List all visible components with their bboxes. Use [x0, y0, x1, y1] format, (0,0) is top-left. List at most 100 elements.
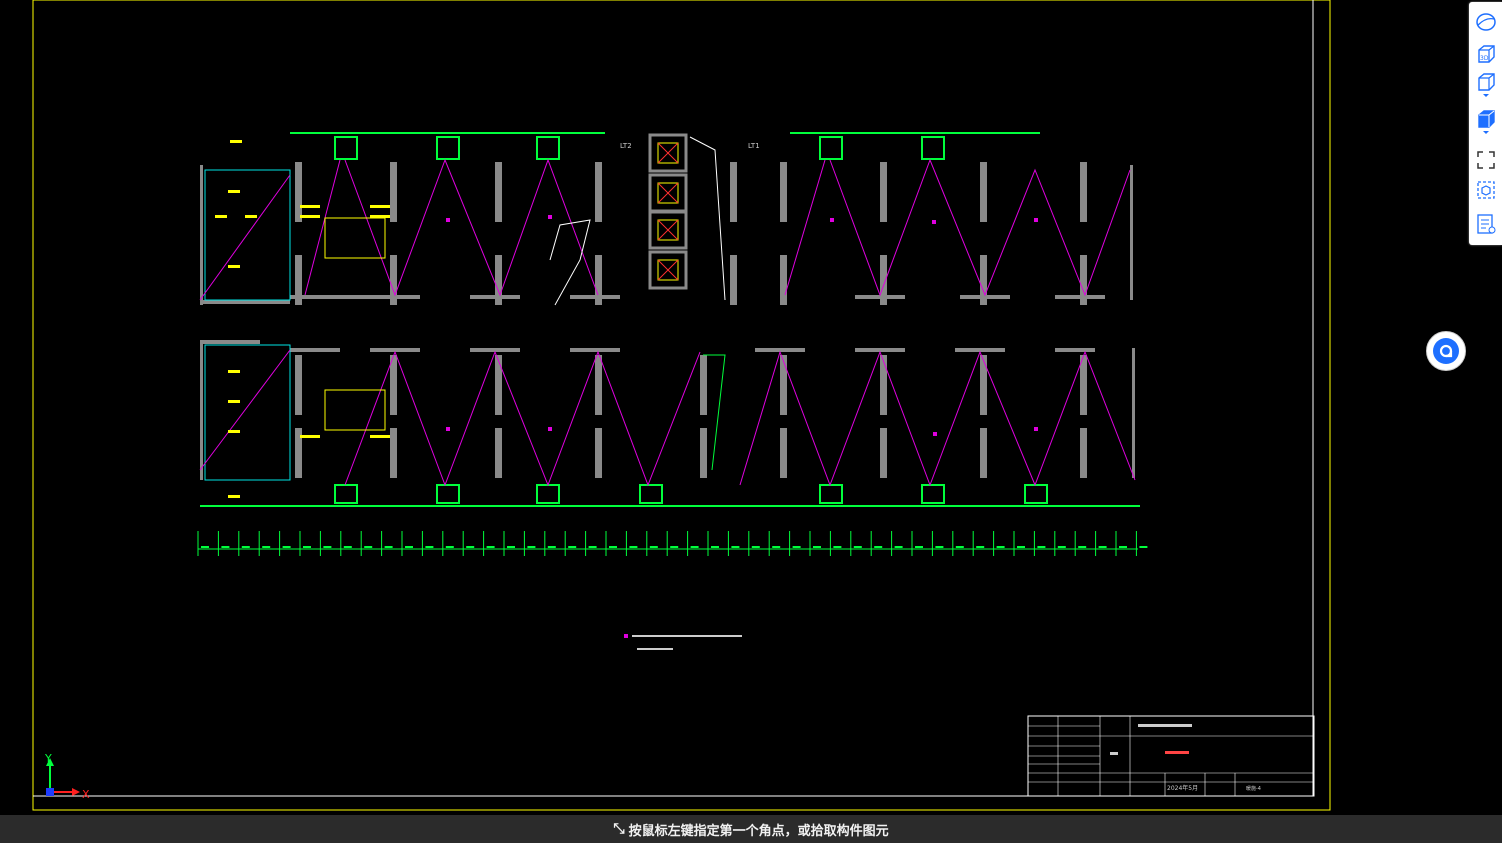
air-diffuser-5	[446, 427, 450, 431]
wall-bottom-beam-7	[1055, 348, 1095, 352]
command-prompt-text: 按鼠标左键指定第一个角点，或拾取构件图元	[628, 823, 889, 839]
annotation-tag-8	[228, 495, 240, 498]
dimension-label-28	[772, 546, 781, 548]
air-diffuser-0	[446, 218, 450, 222]
window-bay-top-2	[536, 136, 560, 160]
wall-column-bottom-3	[595, 355, 602, 415]
wall-top-beam-3	[570, 295, 620, 299]
duct-branch-top-right	[784, 159, 826, 296]
window-bay-bottom-2	[536, 484, 560, 504]
wall-column-top-2	[495, 162, 502, 222]
note-line-1	[632, 635, 742, 637]
command-status-bar: ⤡ 按鼠标左键指定第一个角点，或拾取构件图元	[0, 815, 1502, 843]
dimension-label-3	[262, 546, 271, 548]
view-cube-icon[interactable]	[1474, 72, 1498, 97]
air-diffuser-8	[1034, 427, 1038, 431]
dimension-label-22	[649, 546, 658, 548]
assistant-icon	[1433, 338, 1459, 364]
view-cube-solid-icon[interactable]	[1474, 109, 1498, 134]
floor-plan-drawing[interactable]: LT2 LT1 2024年5月 暖施-4 Y X	[0, 0, 1502, 815]
window-bay-top-3	[819, 136, 843, 160]
wall-column-top-3	[595, 162, 602, 222]
dimension-label-30	[813, 546, 821, 548]
fullscreen-icon[interactable]	[1474, 148, 1498, 172]
annotation-tag-6	[228, 400, 240, 403]
dimension-label-15	[507, 546, 515, 548]
dimension-label-34	[894, 546, 903, 548]
outer-frame	[32, 0, 1331, 811]
wall-column-bottom-lower-8	[1080, 428, 1087, 478]
title-block-sheet-no: 暖施-4	[1246, 785, 1261, 792]
wall-right-bottom	[1132, 348, 1135, 478]
duct-branch-top-left	[304, 159, 341, 296]
plan-geometry	[197, 132, 1148, 650]
dimension-label-36	[935, 546, 944, 548]
dimension-label-33	[874, 546, 883, 548]
wall-column-top-lower-4	[730, 255, 737, 305]
dimension-label-4	[282, 546, 291, 548]
dimension-label-7	[343, 546, 352, 548]
dimension-label-40	[1017, 546, 1025, 548]
view-3d-icon[interactable]: 3D	[1474, 42, 1498, 66]
wall-column-top-1	[390, 162, 397, 222]
dimension-label-19	[588, 546, 597, 548]
wall-column-bottom-5	[780, 355, 787, 415]
axis-label-y: Y	[44, 752, 52, 765]
stair-room-bottom	[204, 344, 291, 481]
wall-column-bottom-4	[700, 355, 707, 415]
note-line-2	[637, 648, 673, 650]
wall-column-bottom-2	[495, 355, 502, 415]
air-diffuser-6	[548, 427, 552, 431]
stair-room-top	[204, 169, 291, 301]
annotation-tag-2	[215, 215, 227, 218]
duct-zigzag-bottom-left	[344, 350, 701, 487]
wall-column-top-7	[980, 162, 987, 222]
duct-diag-stair-top	[199, 174, 291, 301]
window-bay-bottom-5	[921, 484, 945, 504]
annotation-tag-1	[228, 190, 240, 193]
dimension-label-23	[670, 546, 679, 548]
dimension-label-17	[547, 546, 556, 548]
annotation-tag-0	[230, 140, 242, 143]
wall-column-bottom-lower-4	[700, 428, 707, 478]
annotation-tag-right-4	[300, 435, 320, 438]
annotation-tag-5	[228, 370, 240, 373]
view-sphere-icon[interactable]	[1474, 10, 1498, 34]
ucs-axis-icon: Y X	[44, 752, 90, 801]
pick-cursor-icon: ⤡	[613, 821, 625, 837]
annotation-tag-right-1	[300, 215, 320, 218]
wall-column-top-0	[295, 162, 302, 222]
dimension-label-43	[1078, 546, 1087, 548]
wall-column-bottom-lower-2	[495, 428, 502, 478]
dimension-label-13	[466, 546, 475, 548]
dimension-label-11	[425, 546, 434, 548]
view-toolbar: 3D	[1469, 2, 1502, 245]
dimension-label-6	[323, 546, 332, 548]
duct-yellow-box-bottom	[324, 389, 386, 431]
dimension-label-0	[201, 546, 209, 548]
property-list-icon[interactable]	[1474, 212, 1498, 236]
assistant-float-button[interactable]	[1426, 331, 1466, 371]
wall-bottom-beam-3	[570, 348, 620, 352]
wall-column-bottom-7	[980, 355, 987, 415]
dimension-label-16	[527, 546, 536, 548]
air-diffuser-2	[830, 218, 834, 222]
wall-column-bottom-1	[390, 355, 397, 415]
dimension-label-2	[241, 546, 250, 548]
title-block-date: 2024年5月	[1167, 784, 1198, 792]
duct-zigzag-top-left	[344, 158, 599, 297]
dimension-label-24	[690, 546, 699, 548]
wall-column-bottom-lower-6	[880, 428, 887, 478]
duct-yellow-box-top	[324, 217, 386, 259]
elevator-label-lt2: LT2	[620, 142, 632, 150]
dimension-label-46	[1139, 546, 1148, 548]
wall-column-bottom-lower-7	[980, 428, 987, 478]
cad-canvas[interactable]: LT2 LT1 2024年5月 暖施-4 Y X	[0, 0, 1502, 815]
dimension-label-37	[955, 546, 964, 548]
wall-column-top-5	[780, 162, 787, 222]
annotation-tag-4	[228, 265, 240, 268]
window-bay-top-4	[921, 136, 945, 160]
wall-column-top-lower-5	[780, 255, 787, 305]
annotation-tag-right-2	[370, 205, 390, 208]
model-check-icon[interactable]	[1474, 178, 1498, 202]
